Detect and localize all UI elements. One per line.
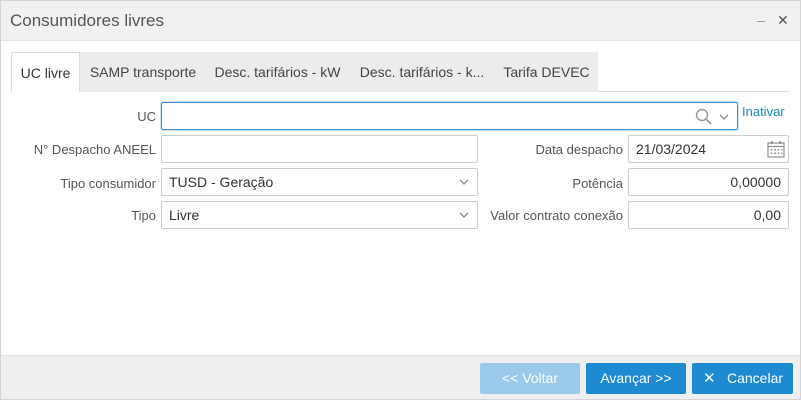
tipo-label: Tipo [131,208,156,223]
tipo-value: Livre [169,207,200,223]
potencia-label: Potência [572,176,623,191]
uc-label: UC [137,109,156,124]
valor-contrato-label: Valor contrato conexão [490,208,623,223]
tipo-select[interactable]: Livre [161,201,478,229]
tipo-consumidor-select[interactable]: TUSD - Geração [161,168,478,196]
cancelar-label: Cancelar [727,370,784,386]
tab-desc-tarifarios-k[interactable]: Desc. tarifários - k... [349,52,495,92]
tab-desc-tarifarios-kw[interactable]: Desc. tarifários - kW [206,52,349,92]
chevron-down-icon[interactable] [718,111,730,123]
despacho-aneel-label: N° Despacho ANEEL [33,142,156,157]
cancelar-button[interactable]: ✕ Cancelar [692,363,793,394]
voltar-button[interactable]: << Voltar [480,363,580,394]
despacho-aneel-input[interactable] [161,135,478,163]
inativar-link[interactable]: Inativar [742,104,785,119]
consumidores-livres-dialog: Consumidores livres _ ✕ UC livre SAMP tr… [0,0,801,400]
minimize-icon[interactable]: _ [757,7,765,23]
chevron-down-icon [459,179,469,185]
potencia-input[interactable]: 0,00000 [628,168,789,196]
tab-bar: UC livre SAMP transporte Desc. tarifário… [11,52,789,93]
title-bar: Consumidores livres _ ✕ [1,1,800,41]
uc-combobox[interactable] [161,102,738,130]
data-despacho-input[interactable]: 21/03/2024 [628,135,789,163]
tab-uc-livre[interactable]: UC livre [11,52,80,93]
valor-contrato-value: 0,00 [753,207,781,223]
close-icon[interactable]: ✕ [777,12,789,29]
dialog-title: Consumidores livres [10,11,164,30]
calendar-icon[interactable] [767,141,785,158]
data-despacho-value: 21/03/2024 [636,141,707,157]
data-despacho-label: Data despacho [535,142,623,157]
close-icon: ✕ [703,370,716,387]
potencia-value: 0,00000 [730,174,781,190]
search-icon[interactable] [695,108,713,126]
dialog-footer: << Voltar Avançar >> ✕ Cancelar [1,355,800,399]
tipo-consumidor-label: Tipo consumidor [60,176,156,191]
tab-tarifa-devec[interactable]: Tarifa DEVEC [495,52,598,92]
chevron-down-icon [459,212,469,218]
tab-samp-transporte[interactable]: SAMP transporte [80,52,206,92]
avancar-button[interactable]: Avançar >> [586,363,686,394]
tipo-consumidor-value: TUSD - Geração [169,174,274,190]
valor-contrato-input[interactable]: 0,00 [628,201,789,229]
